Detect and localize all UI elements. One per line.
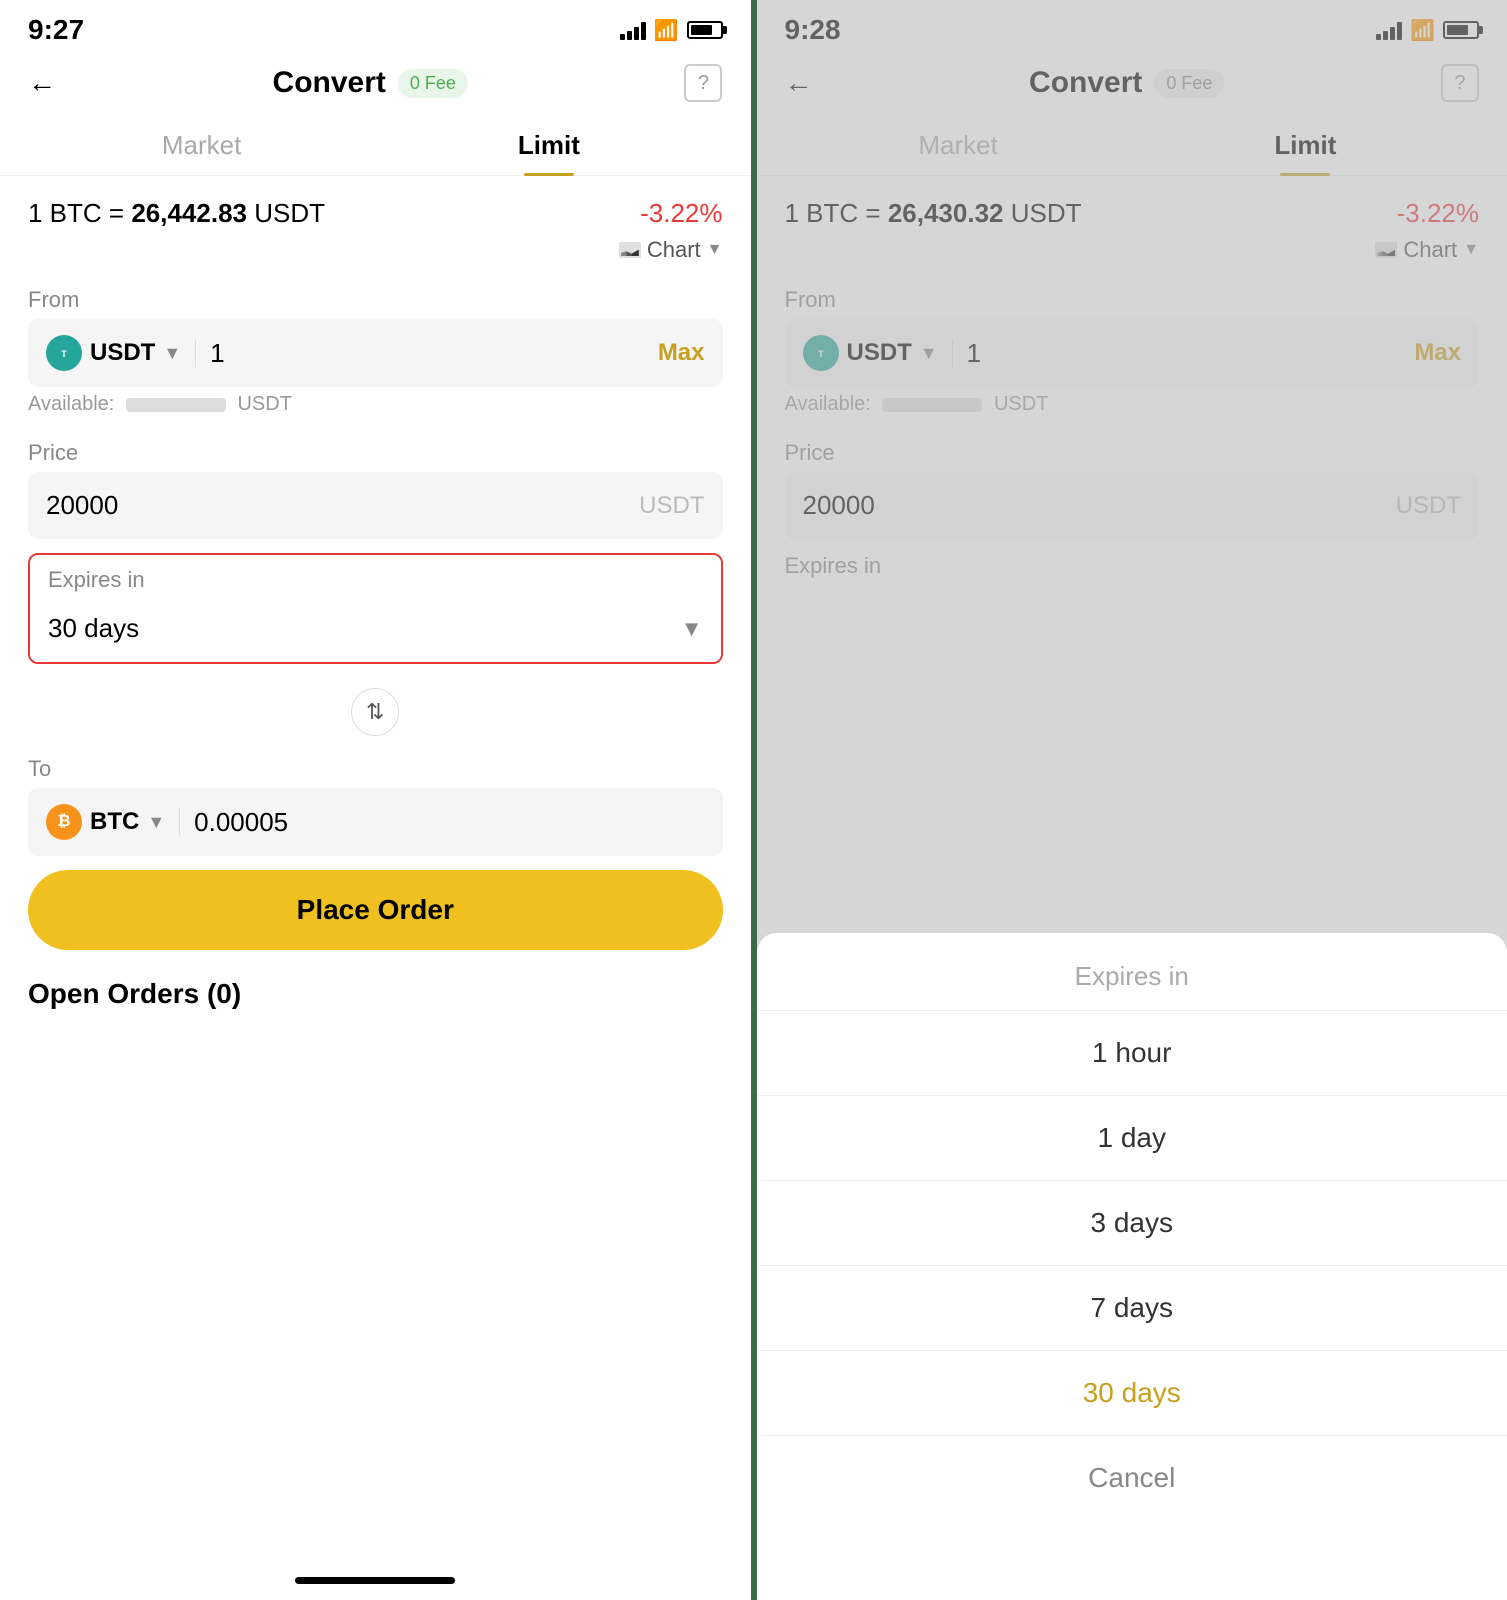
separator2-left <box>179 808 180 836</box>
to-input-row-left: ₿ BTC ▼ <box>28 788 723 856</box>
svg-text:T: T <box>61 349 67 359</box>
usdt-icon-left: T <box>46 335 82 371</box>
to-amount-input-left[interactable] <box>194 807 704 838</box>
from-coin-selector-left[interactable]: T USDT ▼ <box>46 335 181 371</box>
swap-button-left[interactable]: ⇅ <box>351 688 399 736</box>
exchange-rate-left: 1 BTC = 26,442.83 USDT <box>28 198 325 229</box>
tab-limit-left[interactable]: Limit <box>375 116 722 175</box>
page-title-left: Convert <box>273 66 386 100</box>
sheet-option-30days[interactable]: 30 days <box>757 1351 1507 1436</box>
expires-container-left[interactable]: Expires in 30 days ▼ <box>28 553 723 664</box>
tabs-left: Market Limit <box>0 116 751 176</box>
swap-icon-left: ⇅ <box>366 699 384 725</box>
available-amount-blur-left <box>126 398 226 412</box>
fee-badge-left: 0 Fee <box>398 69 468 98</box>
from-input-row-left: T USDT ▼ Max <box>28 319 723 387</box>
price-label-left: Price <box>0 430 751 472</box>
place-order-button-left[interactable]: Place Order <box>28 870 723 950</box>
to-label-left: To <box>0 746 751 788</box>
price-currency-left: USDT <box>639 492 704 520</box>
price-value-left[interactable]: 20000 <box>46 490 639 521</box>
tab-market-left[interactable]: Market <box>28 116 375 175</box>
swap-row-left: ⇅ <box>0 678 751 746</box>
chevron-down-icon-left: ▼ <box>707 241 723 259</box>
chart-button-left[interactable]: Chart ▼ <box>619 237 723 263</box>
rate-change-left: -3.22% <box>640 198 722 229</box>
left-panel: 9:27 📶 ← Convert 0 Fee ? Market Limit <box>0 0 751 1600</box>
header-center-left: Convert 0 Fee <box>273 66 468 100</box>
status-bar-left: 9:27 📶 <box>0 0 751 54</box>
to-coin-selector-left[interactable]: ₿ BTC ▼ <box>46 804 165 840</box>
signal-icon <box>620 20 646 40</box>
bottom-sheet: Expires in 1 hour 1 day 3 days 7 days 30… <box>757 933 1507 1600</box>
open-orders-left: Open Orders (0) <box>0 964 751 1024</box>
sheet-option-cancel[interactable]: Cancel <box>757 1436 1507 1520</box>
from-coin-name-left: USDT <box>90 339 155 367</box>
expires-dropdown-icon-left: ▼ <box>681 616 703 642</box>
status-icons-left: 📶 <box>620 18 723 43</box>
back-button-left[interactable]: ← <box>28 67 56 99</box>
wifi-icon: 📶 <box>654 18 679 43</box>
chart-row-left: Chart ▼ <box>0 237 751 277</box>
chart-mini-icon-left <box>619 242 641 258</box>
home-indicator-left <box>295 1577 455 1584</box>
from-label-left: From <box>0 277 751 319</box>
to-dropdown-icon-left: ▼ <box>147 812 165 833</box>
expires-label-left: Expires in <box>30 555 721 599</box>
from-amount-input-left[interactable] <box>210 338 648 369</box>
sheet-option-1hour[interactable]: 1 hour <box>757 1011 1507 1096</box>
from-dropdown-icon-left: ▼ <box>163 343 181 364</box>
time-left: 9:27 <box>28 14 84 46</box>
battery-icon <box>687 21 723 39</box>
max-button-left[interactable]: Max <box>658 339 705 367</box>
separator-left <box>195 339 196 367</box>
sheet-option-3days[interactable]: 3 days <box>757 1181 1507 1266</box>
sheet-option-7days[interactable]: 7 days <box>757 1266 1507 1351</box>
rate-row-left: 1 BTC = 26,442.83 USDT -3.22% <box>0 180 751 237</box>
header-left: ← Convert 0 Fee ? <box>0 54 751 116</box>
available-text-left: Available: USDT <box>0 387 751 430</box>
question-icon-left: ? <box>698 72 709 95</box>
to-coin-name-left: BTC <box>90 808 139 836</box>
help-button-left[interactable]: ? <box>684 64 722 102</box>
price-input-row-left: 20000 USDT <box>28 472 723 539</box>
right-panel: 9:28 📶 ← Convert 0 Fee ? <box>757 0 1507 1600</box>
btc-icon-left: ₿ <box>46 804 82 840</box>
sheet-title: Expires in <box>757 933 1507 1011</box>
sheet-option-1day[interactable]: 1 day <box>757 1096 1507 1181</box>
expires-value-row-left: 30 days ▼ <box>30 599 721 662</box>
expires-value-left: 30 days <box>48 613 681 644</box>
